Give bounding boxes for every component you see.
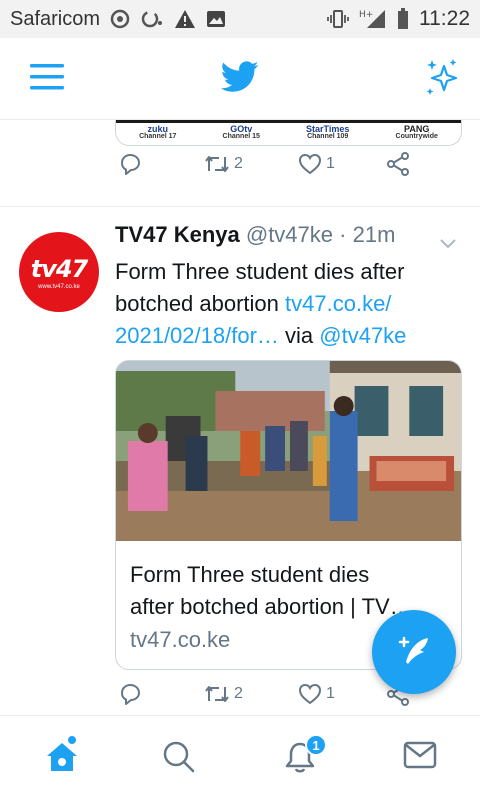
battery-icon bbox=[397, 8, 409, 30]
chevron-down-icon[interactable] bbox=[439, 230, 457, 256]
like-button[interactable]: 1 bbox=[298, 153, 335, 175]
warning-icon bbox=[174, 9, 196, 29]
reply-icon bbox=[121, 684, 140, 705]
reply-icon bbox=[121, 154, 140, 175]
like-count: 1 bbox=[326, 155, 335, 172]
retweet-count: 2 bbox=[234, 155, 243, 172]
top-nav bbox=[0, 38, 480, 120]
tweet-header: TV47 Kenya @tv47ke · 21m bbox=[115, 222, 465, 249]
retweet-icon bbox=[205, 686, 229, 702]
tweet-text: Form Three student dies after botched ab… bbox=[115, 259, 407, 348]
home-icon[interactable] bbox=[44, 740, 80, 779]
home-unread-dot bbox=[68, 736, 76, 744]
carrier-name: Safaricom bbox=[10, 7, 101, 30]
menu-icon[interactable] bbox=[30, 62, 64, 97]
channel-item: zuku Channel 17 bbox=[139, 124, 177, 141]
clock: 11:22 bbox=[419, 7, 470, 30]
channel-item: GOtv Channel 15 bbox=[222, 124, 260, 141]
channel-item: PANG Countrywide bbox=[395, 124, 438, 141]
sparkle-icon[interactable] bbox=[424, 58, 460, 101]
status-bar: Safaricom H+ 11:22 bbox=[0, 0, 480, 38]
tweet-time: 21m bbox=[352, 222, 396, 247]
author-handle[interactable]: @tv47ke bbox=[246, 222, 333, 247]
heart-icon bbox=[298, 153, 322, 175]
retweet-button[interactable]: 2 bbox=[204, 153, 243, 175]
vibrate-icon bbox=[327, 9, 349, 29]
separator-dot: · bbox=[339, 222, 347, 247]
bottom-nav: 1 bbox=[0, 715, 480, 800]
svg-text:H+: H+ bbox=[359, 10, 373, 20]
author-name[interactable]: TV47 Kenya bbox=[115, 222, 240, 247]
retweet-button[interactable]: 2 bbox=[204, 683, 243, 705]
chrome-icon bbox=[110, 9, 130, 29]
heart-icon bbox=[298, 683, 322, 705]
retweet-icon bbox=[205, 156, 229, 172]
reply-button[interactable] bbox=[118, 152, 142, 176]
notification-badge: 1 bbox=[305, 734, 327, 756]
image-icon bbox=[206, 9, 226, 29]
card-title-line: Form Three student dies bbox=[130, 562, 370, 587]
signal-icon: H+ bbox=[359, 8, 387, 30]
sync-icon bbox=[140, 9, 164, 29]
previous-tweet-card[interactable]: zuku Channel 17 GOtv Channel 15 StarTime… bbox=[115, 120, 462, 146]
compose-feather-icon bbox=[398, 636, 428, 664]
share-icon bbox=[387, 152, 409, 176]
retweet-count: 2 bbox=[234, 685, 243, 702]
twitter-bird-icon[interactable] bbox=[221, 61, 259, 98]
tweet-divider bbox=[0, 206, 480, 207]
compose-tweet-button[interactable] bbox=[372, 610, 456, 694]
like-button[interactable]: 1 bbox=[298, 683, 335, 705]
reply-button[interactable] bbox=[118, 682, 142, 706]
channel-item: StarTimes Channel 109 bbox=[306, 124, 350, 141]
avatar[interactable]: tv47 www.tv47.co.ke bbox=[19, 232, 99, 312]
messages-envelope-icon[interactable] bbox=[403, 740, 437, 775]
mention-link[interactable]: @tv47ke bbox=[319, 323, 406, 348]
like-count: 1 bbox=[326, 685, 335, 702]
search-icon[interactable] bbox=[162, 740, 196, 779]
share-button[interactable] bbox=[386, 152, 410, 176]
card-image bbox=[116, 361, 461, 541]
